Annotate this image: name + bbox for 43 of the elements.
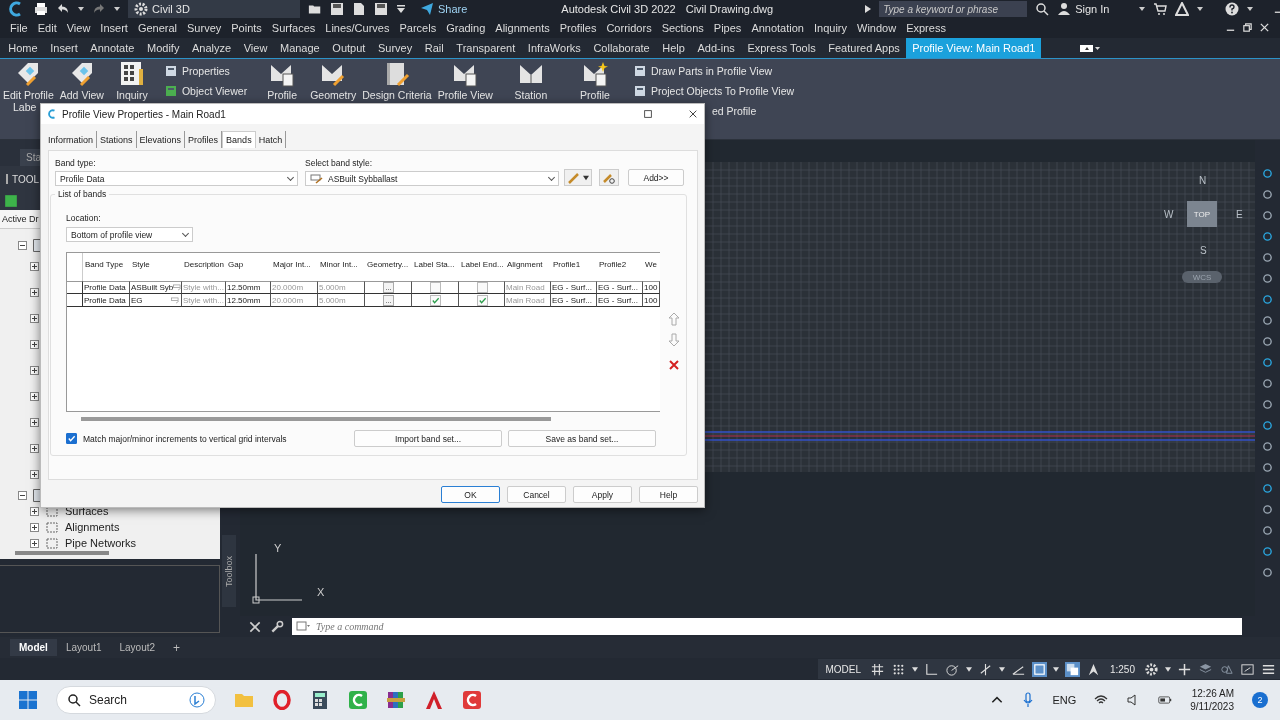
button-label: Profile View xyxy=(437,88,493,101)
table-cell: EG - Surf... xyxy=(551,281,597,295)
palette-title: TOOL xyxy=(12,173,40,185)
axis-label: X xyxy=(317,586,325,599)
button-label: Profile xyxy=(267,88,297,101)
button-label: Design Criteria xyxy=(362,88,432,101)
table-cell: EG - Surf... xyxy=(597,281,643,295)
compass-label: S xyxy=(1200,245,1207,257)
table-cell: 5.000m xyxy=(318,294,365,308)
file-name: Civil Drawing.dwg xyxy=(685,3,774,15)
dialog-title: Profile View Properties - Main Road1 xyxy=(62,108,226,120)
table-cell: Profile Data xyxy=(83,294,130,308)
table-cell: Profile Data xyxy=(83,281,130,295)
table-cell: 20.000m xyxy=(271,294,318,308)
table-cell: 20.000m xyxy=(271,281,318,295)
button-label: Edit Profile xyxy=(3,88,54,101)
button-label: Labe xyxy=(13,100,37,113)
compass-label: E xyxy=(1236,209,1243,221)
button-label: Station xyxy=(514,88,548,101)
table-cell: 100 xyxy=(643,294,660,308)
group-title: List of bands xyxy=(55,189,110,200)
table-cell: Main Road xyxy=(505,281,551,295)
field-label: Band type: xyxy=(55,158,97,169)
checkbox-label: Match major/minor increments to vertical grid intervals xyxy=(83,433,287,444)
table-cell: Main Road xyxy=(505,294,551,308)
table-cell: EG - Surf... xyxy=(551,294,597,308)
table-cell: Style with... xyxy=(182,281,226,295)
app-title: Autodesk Civil 3D 2022 xyxy=(561,3,676,15)
button-label: Geometry xyxy=(310,88,357,101)
button-label: Profile xyxy=(580,88,610,101)
field-label: Select band style: xyxy=(305,158,374,169)
axis-label: Y xyxy=(274,542,282,555)
compass-label: N xyxy=(1199,175,1207,187)
field-label: Location: xyxy=(66,213,102,224)
table-cell: 100 xyxy=(643,281,660,295)
button-label: Inquiry xyxy=(116,88,148,101)
table-cell: Style with... xyxy=(182,294,226,308)
table-cell: EG - Surf... xyxy=(597,294,643,308)
table-cell: 12.50mm xyxy=(226,294,271,308)
table-cell: 5.000m xyxy=(318,281,365,295)
button-label: Add View xyxy=(59,88,104,101)
table-cell: 12.50mm xyxy=(226,281,271,295)
compass-label: W xyxy=(1164,209,1174,221)
